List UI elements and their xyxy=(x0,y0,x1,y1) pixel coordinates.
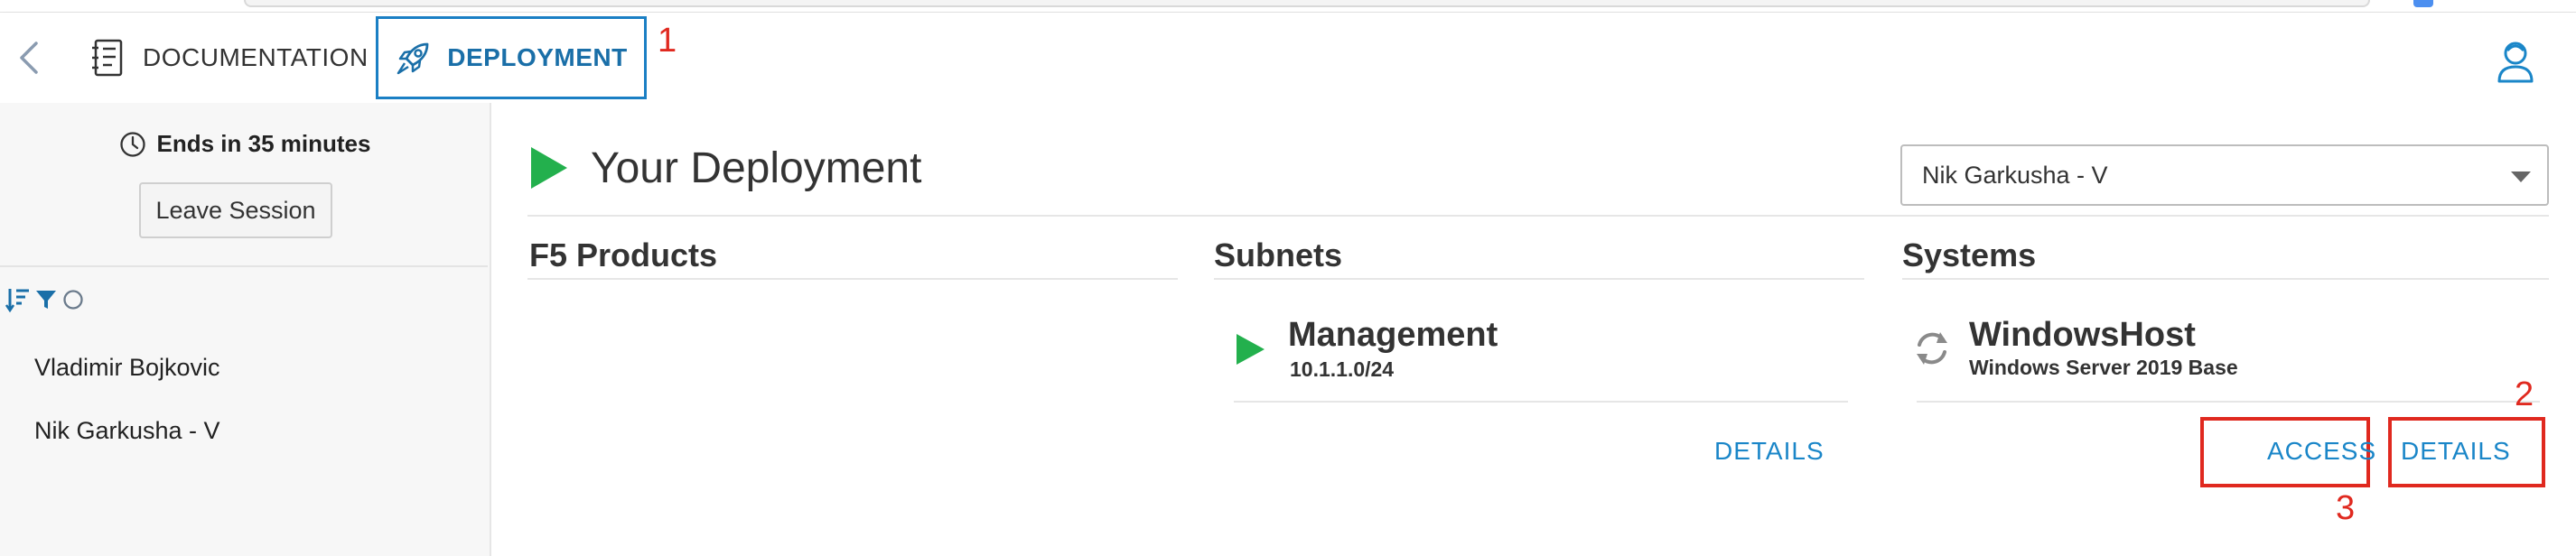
session-timer: Ends in 35 minutes xyxy=(0,130,490,158)
annotation-mark-1: 1 xyxy=(658,22,677,60)
caret-down-icon xyxy=(2511,171,2531,182)
divider xyxy=(0,265,488,267)
deployment-panel: Your Deployment Nik Garkusha - V F5 Prod… xyxy=(491,103,2576,556)
page-title: Your Deployment xyxy=(527,141,921,195)
column-header-systems: Systems xyxy=(1902,236,2037,273)
annotation-mark-2: 2 xyxy=(2515,375,2534,413)
session-timer-label: Ends in 35 minutes xyxy=(156,130,371,157)
browser-chrome-strip xyxy=(0,0,2576,13)
session-sidebar: Ends in 35 minutes Leave Session Vladimi… xyxy=(0,103,491,556)
subnet-name: Management xyxy=(1288,316,1498,354)
notebook-icon xyxy=(92,39,123,77)
refresh-icon xyxy=(1917,332,1947,365)
divider xyxy=(1902,278,2549,280)
status-circle-icon[interactable] xyxy=(61,288,85,316)
leave-session-button[interactable]: Leave Session xyxy=(139,182,332,238)
rocket-icon xyxy=(397,42,429,75)
system-os: Windows Server 2019 Base xyxy=(1969,356,2238,379)
address-bar-edge xyxy=(244,0,2370,7)
list-toolbar xyxy=(5,285,89,318)
tab-documentation[interactable]: DOCUMENTATION xyxy=(90,16,370,99)
divider xyxy=(1234,401,1848,403)
clock-icon xyxy=(119,131,145,157)
divider xyxy=(1917,401,2540,403)
subnet-cidr: 10.1.1.0/24 xyxy=(1290,357,1395,381)
tab-documentation-label: DOCUMENTATION xyxy=(143,43,369,71)
divider xyxy=(527,278,1178,280)
user-account-icon[interactable] xyxy=(2495,40,2536,85)
annotation-mark-3: 3 xyxy=(2336,489,2356,527)
user-select-dropdown[interactable]: Nik Garkusha - V xyxy=(1900,144,2549,206)
tab-deployment[interactable]: DEPLOYMENT xyxy=(376,16,647,99)
session-list-item[interactable]: Vladimir Bojkovic xyxy=(34,354,220,382)
divider xyxy=(527,215,2549,217)
play-icon xyxy=(1237,334,1265,365)
filter-icon[interactable] xyxy=(34,287,58,317)
user-select-value: Nik Garkusha - V xyxy=(1922,161,2108,189)
sort-icon[interactable] xyxy=(5,286,31,318)
extension-icon xyxy=(2413,0,2433,7)
system-access-link[interactable]: ACCESS xyxy=(2267,437,2376,466)
tab-deployment-label: DEPLOYMENT xyxy=(447,43,628,71)
play-icon xyxy=(531,147,567,189)
top-navbar: DOCUMENTATION DEPLOYMENT 1 xyxy=(0,13,2576,103)
subnet-details-link[interactable]: DETAILS xyxy=(1714,437,1825,466)
back-chevron-icon[interactable] xyxy=(16,40,43,76)
system-details-link[interactable]: DETAILS xyxy=(2401,437,2511,466)
column-header-subnets: Subnets xyxy=(1214,236,1343,273)
session-list-item[interactable]: Nik Garkusha - V xyxy=(34,417,220,445)
page-title-text: Your Deployment xyxy=(591,144,922,192)
system-name: WindowsHost xyxy=(1969,316,2196,354)
column-header-products: F5 Products xyxy=(529,236,718,273)
divider xyxy=(1214,278,1864,280)
